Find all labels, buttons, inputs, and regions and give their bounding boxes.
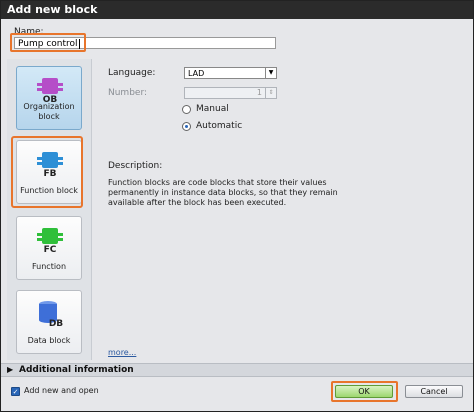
add-new-block-dialog: Add new block Name: Pump control OB Orga…	[0, 0, 474, 412]
language-label: Language:	[108, 68, 156, 78]
cancel-button[interactable]: Cancel	[405, 385, 463, 398]
dialog-title: Add new block	[1, 1, 473, 19]
radio-manual[interactable]	[182, 105, 191, 114]
chevron-down-icon: ▼	[265, 68, 276, 78]
organization-block-icon: OB	[37, 78, 63, 103]
block-type-panel: OB Organization block FB Function block	[7, 59, 92, 360]
ok-highlight-box	[331, 381, 398, 402]
description-text: Function blocks are code blocks that sto…	[108, 178, 338, 207]
data-block-icon: DB	[39, 301, 63, 327]
name-highlight-box	[10, 33, 86, 52]
tile-function-label: Function	[31, 262, 67, 271]
tile-organization-block-label: Organization block	[23, 102, 75, 121]
fc-badge: FC	[44, 245, 57, 253]
language-select[interactable]: LAD ▼	[184, 67, 277, 79]
radio-automatic-label: Automatic	[196, 121, 243, 131]
function-icon: FC	[37, 228, 63, 253]
block-settings-panel	[93, 59, 465, 360]
add-new-and-open-label: Add new and open	[24, 386, 99, 395]
function-block-highlight-box	[11, 136, 83, 208]
chevron-right-icon: ▶	[7, 365, 14, 374]
stepper-arrows-icon: ⇕	[265, 88, 276, 98]
db-badge: DB	[49, 319, 63, 327]
radio-automatic[interactable]	[182, 122, 191, 131]
additional-information-bar[interactable]: ▶ Additional information	[1, 363, 473, 377]
tile-data-block-label: Data block	[27, 336, 71, 345]
number-stepper: 1 ⇕	[184, 87, 277, 99]
additional-information-label: Additional information	[19, 365, 134, 375]
add-new-and-open-checkbox[interactable]: ✓	[11, 387, 20, 396]
tile-function[interactable]: FC Function	[16, 216, 82, 280]
number-label: Number:	[108, 88, 148, 98]
tile-data-block[interactable]: DB Data block	[16, 290, 82, 354]
tile-organization-block[interactable]: OB Organization block	[16, 66, 82, 130]
language-value: LAD	[188, 69, 205, 78]
radio-manual-label: Manual	[196, 104, 229, 114]
check-icon: ✓	[12, 388, 19, 396]
more-link[interactable]: more...	[108, 348, 136, 357]
number-value: 1	[256, 88, 262, 97]
description-title: Description:	[108, 161, 163, 171]
